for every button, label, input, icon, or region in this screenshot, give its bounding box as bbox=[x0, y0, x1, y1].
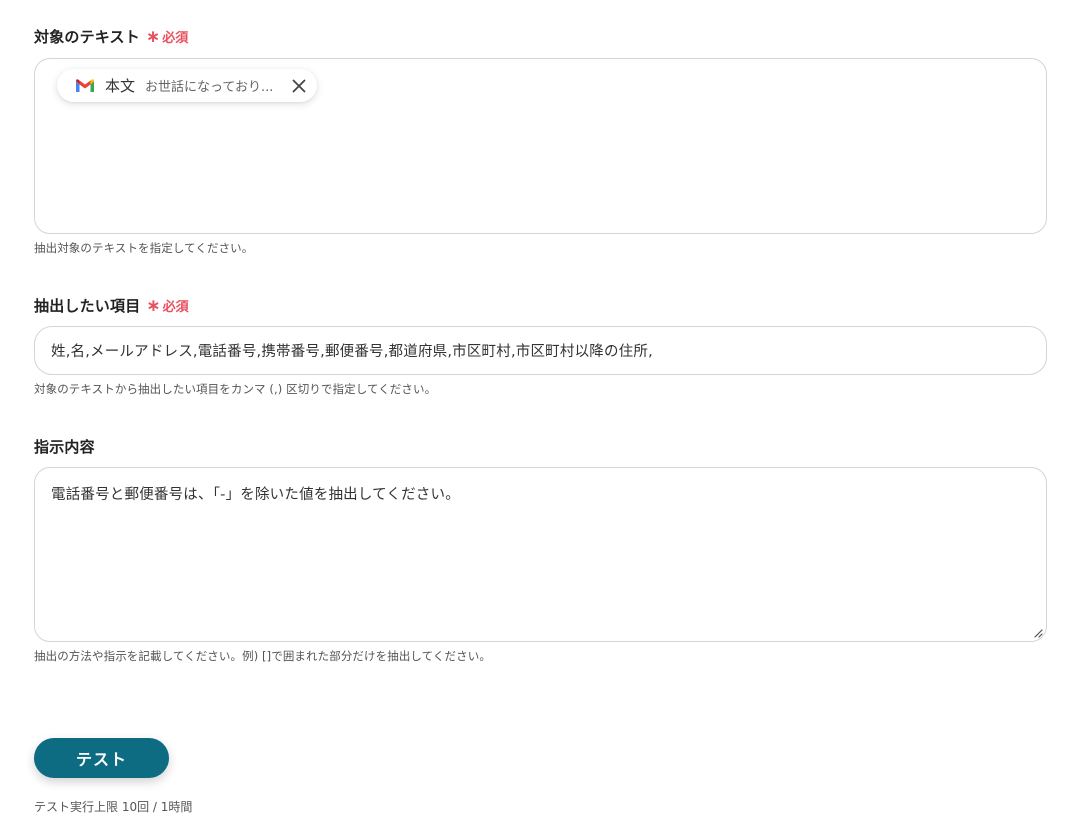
target-text-section: 対象のテキスト ∗ 必須 本文 お世話になっており... 抽出対象のテキストを指… bbox=[34, 24, 1047, 256]
target-text-field[interactable]: 本文 お世話になっており... bbox=[34, 58, 1047, 234]
target-text-label: 対象のテキスト bbox=[34, 27, 140, 46]
asterisk-icon: ∗ bbox=[146, 295, 161, 316]
resize-handle-icon[interactable] bbox=[1033, 628, 1043, 638]
variable-chip[interactable]: 本文 お世話になっており... bbox=[57, 69, 317, 102]
instructions-help: 抽出の方法や指示を記載してください。例) []で囲まれた部分だけを抽出してくださ… bbox=[34, 649, 491, 663]
required-label: 必須 bbox=[162, 299, 189, 315]
required-badge: ∗ 必須 bbox=[146, 27, 188, 46]
instructions-textarea[interactable]: 電話番号と郵便番号は、「-」を除いた値を抽出してください。 bbox=[34, 467, 1047, 642]
instructions-label: 指示内容 bbox=[34, 437, 95, 456]
gmail-icon bbox=[76, 78, 94, 92]
test-button[interactable]: テスト bbox=[34, 738, 169, 778]
close-icon[interactable] bbox=[291, 78, 307, 94]
test-limit-text: テスト実行上限 10回 / 1時間 bbox=[34, 800, 193, 814]
extract-items-label-row: 抽出したい項目 ∗ 必須 bbox=[34, 293, 1047, 317]
extract-items-value: 姓,名,メールアドレス,電話番号,携帯番号,郵便番号,都道府県,市区町村,市区町… bbox=[51, 344, 653, 360]
extract-items-input[interactable]: 姓,名,メールアドレス,電話番号,携帯番号,郵便番号,都道府県,市区町村,市区町… bbox=[34, 326, 1047, 375]
required-badge: ∗ 必須 bbox=[146, 296, 188, 315]
target-text-help: 抽出対象のテキストを指定してください。 bbox=[34, 241, 254, 255]
instructions-value: 電話番号と郵便番号は、「-」を除いた値を抽出してください。 bbox=[51, 487, 460, 503]
asterisk-icon: ∗ bbox=[145, 26, 161, 47]
target-text-label-row: 対象のテキスト ∗ 必須 bbox=[34, 24, 1047, 48]
instructions-section: 指示内容 電話番号と郵便番号は、「-」を除いた値を抽出してください。 抽出の方法… bbox=[34, 434, 1047, 664]
chip-preview: お世話になっており... bbox=[145, 80, 274, 95]
instructions-label-row: 指示内容 bbox=[34, 434, 1047, 458]
required-label: 必須 bbox=[162, 30, 189, 46]
chip-name: 本文 bbox=[105, 77, 136, 95]
page: 対象のテキスト ∗ 必須 本文 お世話になっており... 抽出対象のテキストを指… bbox=[0, 0, 1077, 838]
extract-items-section: 抽出したい項目 ∗ 必須 姓,名,メールアドレス,電話番号,携帯番号,郵便番号,… bbox=[34, 293, 1047, 397]
extract-items-label: 抽出したい項目 bbox=[34, 296, 141, 315]
extract-items-help: 対象のテキストから抽出したい項目をカンマ (,) 区切りで指定してください。 bbox=[34, 382, 437, 396]
